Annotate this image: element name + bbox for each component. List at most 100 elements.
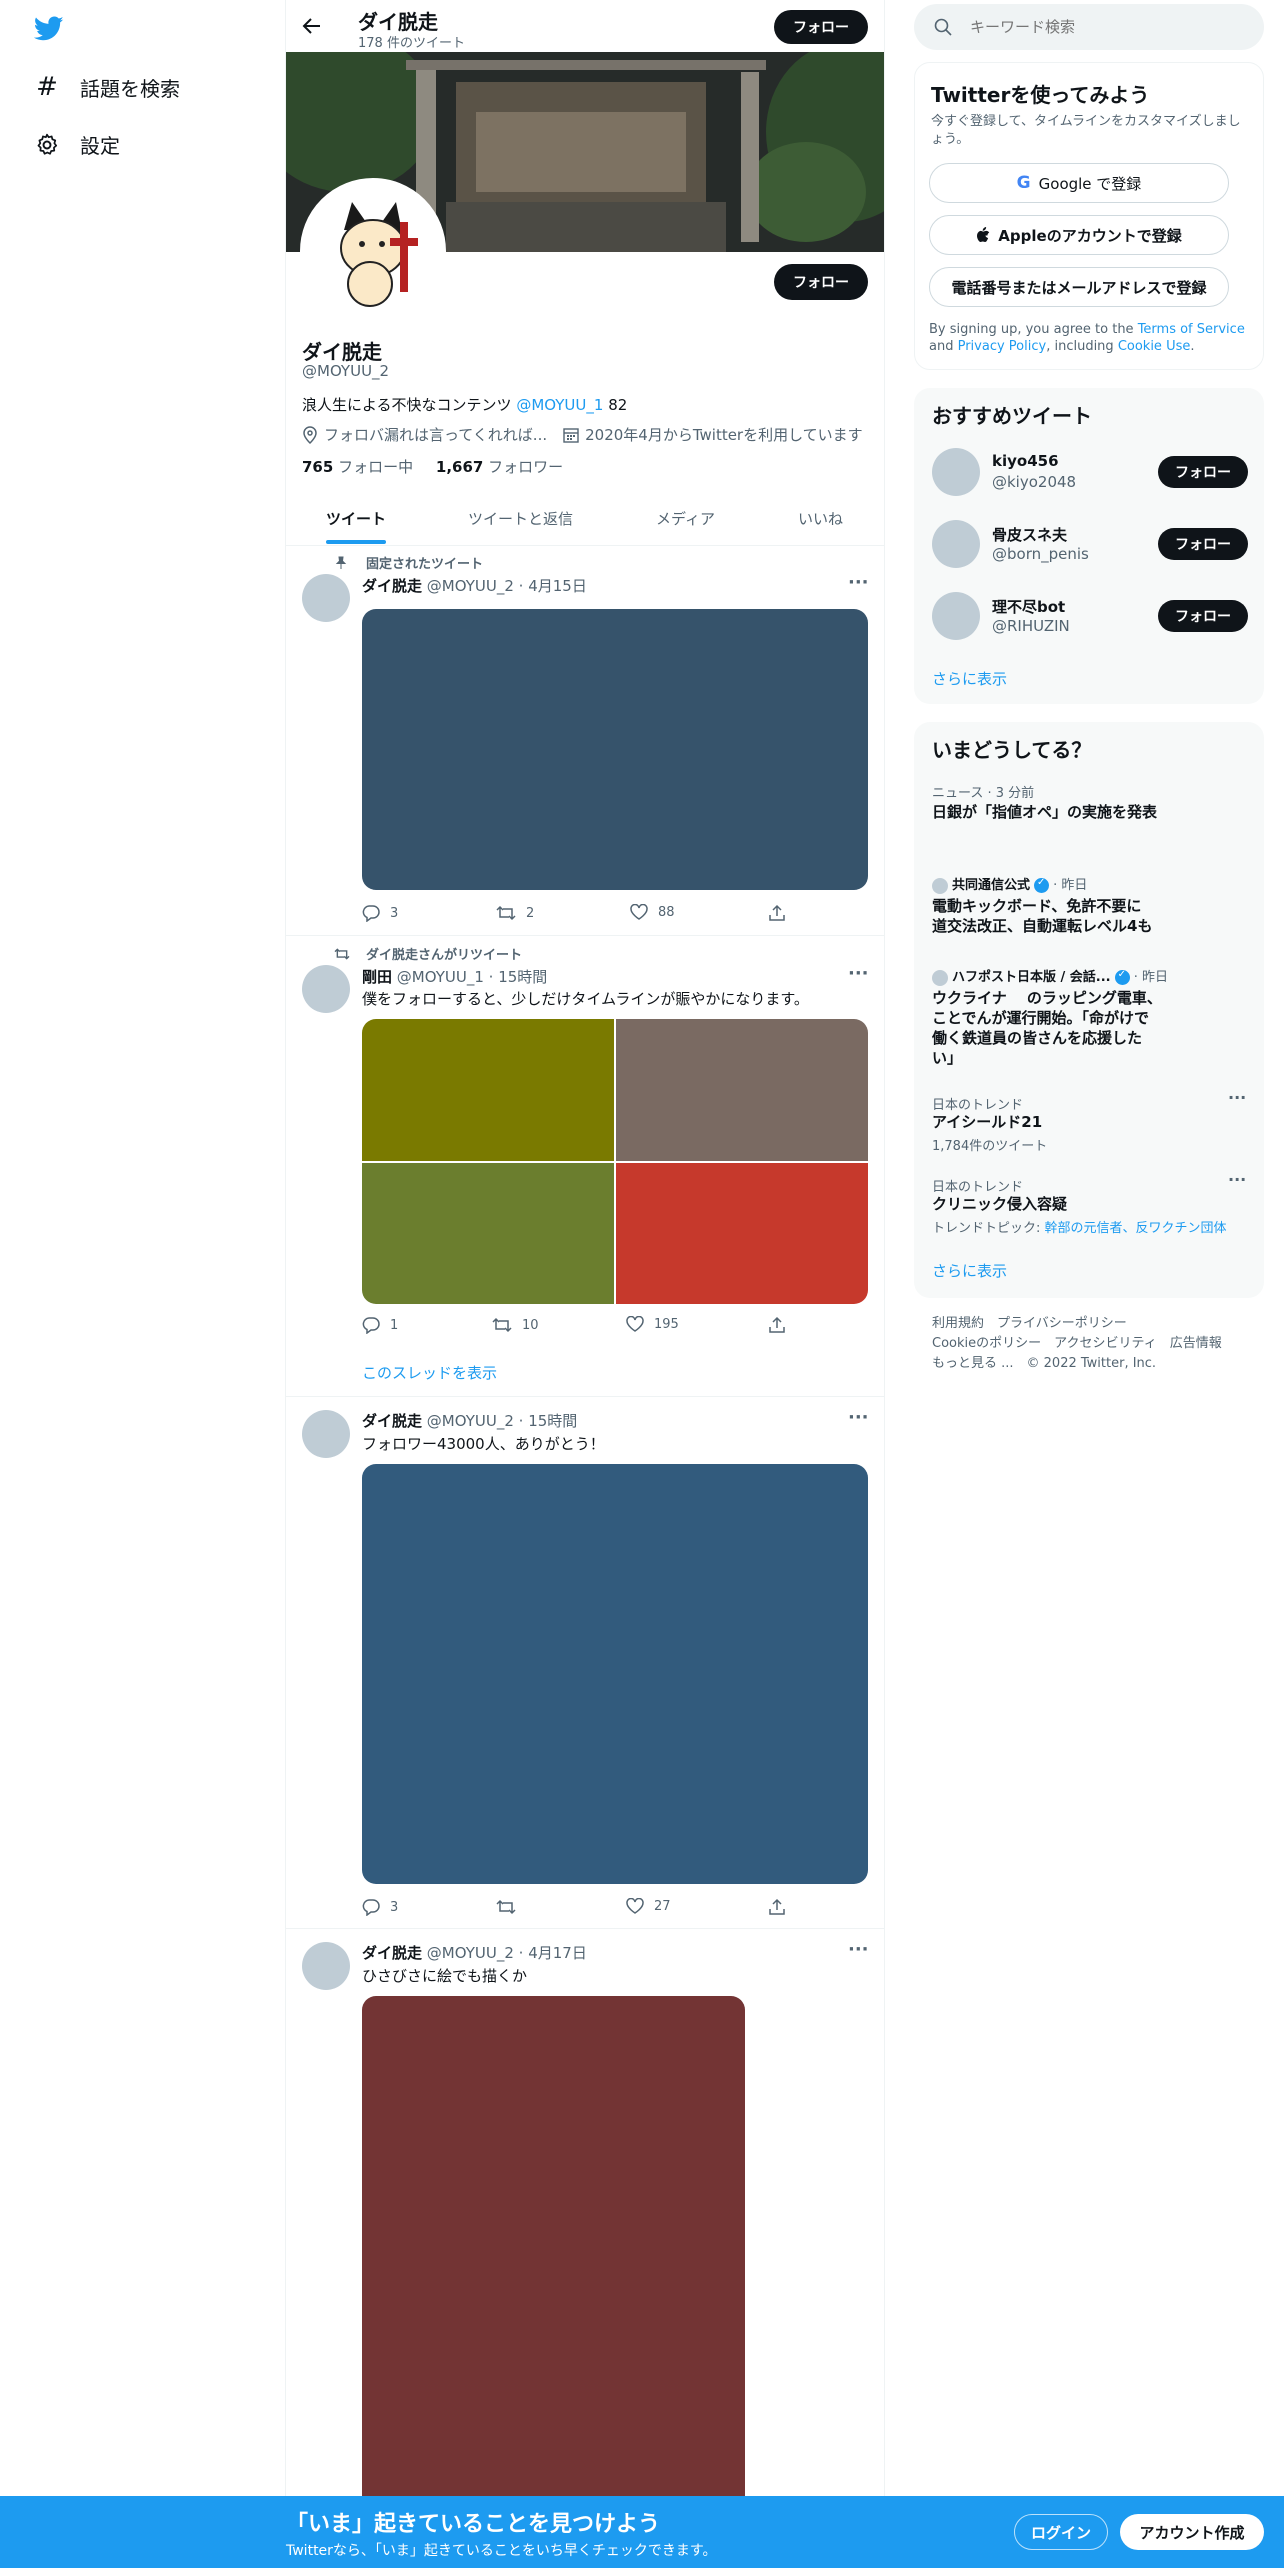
retweet-context-label[interactable]: ダイ脱走さんがリツイート (366, 944, 522, 963)
header-follow-button[interactable]: フォロー (774, 10, 868, 44)
source-avatar (932, 969, 948, 986)
cookie-use-link[interactable]: Cookie Use (1118, 339, 1191, 354)
tab-tweets-and-replies[interactable]: ツイートと返信 (468, 508, 573, 529)
profile-avatar[interactable] (300, 178, 446, 324)
more-options-icon[interactable]: ··· (848, 1939, 869, 1960)
google-signup-button[interactable]: G Google で登録 (929, 163, 1229, 203)
suggestion-avatar[interactable] (932, 592, 980, 640)
suggestion-avatar[interactable] (932, 448, 980, 496)
profile-follow-button[interactable]: フォロー (774, 264, 868, 300)
tweet-author-name[interactable]: ダイ脱走 (362, 1412, 422, 1430)
more-options-icon[interactable]: ··· (848, 963, 869, 984)
retweet-button[interactable]: 2 (496, 904, 534, 922)
trend-title[interactable]: アイシールド21 (932, 1112, 1042, 1132)
like-button[interactable]: 88 (630, 904, 675, 920)
trend-title-line[interactable]: ことでんが運行開始。「命がけで (932, 1008, 1149, 1028)
retweet-small-icon (334, 947, 350, 961)
profile-bio: 浪人生による不快なコンテンツ @MOYUU_1 82 (302, 394, 627, 415)
terms-of-service-link[interactable]: Terms of Service (1138, 322, 1245, 337)
search-box[interactable] (914, 4, 1264, 50)
back-arrow-icon[interactable] (300, 14, 324, 38)
reply-button[interactable]: 1 (362, 1316, 398, 1334)
trend-title-line[interactable]: い」 (932, 1048, 962, 1068)
suggestions-show-more[interactable]: さらに表示 (932, 668, 1007, 689)
tweet-media[interactable] (362, 609, 868, 890)
tweet-avatar[interactable] (302, 574, 350, 622)
login-button[interactable]: ログイン (1014, 2514, 1108, 2550)
suggestion-name[interactable]: 骨皮スネ夫 (992, 524, 1067, 545)
tweet-divider (286, 935, 884, 936)
tweet-meta: @MOYUU_1 · 15時間 (396, 968, 548, 986)
reply-button[interactable]: 3 (362, 1898, 398, 1916)
tab-media[interactable]: メディア (656, 508, 715, 529)
twitter-logo-icon[interactable] (34, 16, 64, 42)
tweet-author-name[interactable]: ダイ脱走 (362, 1944, 422, 1962)
trend-more-icon[interactable]: ··· (1228, 1170, 1246, 1189)
suggestion-name[interactable]: 理不尽bot (992, 596, 1065, 617)
share-button[interactable] (768, 904, 786, 922)
apple-signup-button[interactable]: Appleのアカウントで登録 (929, 215, 1229, 255)
search-input[interactable] (970, 18, 1230, 36)
suggestion-follow-button[interactable]: フォロー (1158, 456, 1248, 488)
share-button[interactable] (768, 1316, 786, 1334)
tweet-avatar[interactable] (302, 1410, 350, 1458)
more-options-icon[interactable]: ··· (848, 1407, 869, 1428)
followers-link[interactable]: 1,667 フォロワー (436, 458, 563, 476)
media-tile[interactable] (362, 1162, 614, 1304)
terms-text: , including (1046, 339, 1118, 354)
tweet-header: 剛田 @MOYUU_1 · 15時間 (362, 966, 547, 987)
tweet-avatar[interactable] (302, 965, 350, 1013)
create-account-button[interactable]: アカウント作成 (1120, 2514, 1264, 2550)
footer-links-row[interactable]: もっと見る ... © 2022 Twitter, Inc. (932, 1354, 1156, 1374)
tweet-avatar[interactable] (302, 1942, 350, 1990)
media-tile[interactable] (616, 1162, 868, 1304)
like-button[interactable]: 195 (626, 1316, 679, 1332)
share-button[interactable] (768, 1898, 786, 1916)
tab-likes[interactable]: いいね (798, 508, 843, 529)
footer-links-row[interactable]: Cookieのポリシー アクセシビリティ 広告情報 (932, 1334, 1222, 1354)
reply-count: 3 (390, 1899, 399, 1915)
suggestion-handle: @RIHUZIN (992, 617, 1070, 635)
bio-mention-link[interactable]: @MOYUU_1 (516, 396, 603, 414)
suggestion-name[interactable]: kiyo456 (992, 452, 1059, 470)
trend-source-name: 共同通信公式 (952, 878, 1031, 893)
trend-title-line[interactable]: 電動キックボード、免許不要に (932, 896, 1141, 916)
suggestion-handle: @kiyo2048 (992, 473, 1077, 491)
media-tile[interactable] (362, 1019, 614, 1161)
suggestion-follow-button[interactable]: フォロー (1158, 528, 1248, 560)
tab-tweets[interactable]: ツイート (326, 508, 386, 529)
nav-explore[interactable]: # 話題を検索 (34, 72, 180, 102)
trend-more-icon[interactable]: ··· (1228, 1088, 1246, 1107)
suggestion-follow-button[interactable]: フォロー (1158, 600, 1248, 632)
trend-title[interactable]: 日銀が「指値オペ」の実施を発表 (932, 802, 1157, 822)
trend-title-line[interactable]: 道交法改正、自動運転レベル4も (932, 916, 1152, 936)
tweet-author-name[interactable]: ダイ脱走 (362, 577, 422, 595)
trend-title[interactable]: クリニック侵入容疑 (932, 1194, 1067, 1214)
profile-name: ダイ脱走 (302, 340, 382, 364)
trend-time: · 昨日 (1049, 878, 1088, 893)
retweet-button[interactable]: 10 (492, 1316, 539, 1334)
heart-icon (626, 1898, 644, 1914)
following-count: 765 (302, 458, 334, 476)
privacy-policy-link[interactable]: Privacy Policy (958, 339, 1047, 354)
show-thread-link[interactable]: このスレッドを表示 (362, 1362, 497, 1383)
phone-signup-button[interactable]: 電話番号またはメールアドレスで登録 (929, 267, 1229, 307)
suggestion-avatar[interactable] (932, 520, 980, 568)
trend-topic-link[interactable]: 幹部の元信者、反ワクチン団体 (1045, 1221, 1227, 1236)
retweet-icon (496, 904, 516, 922)
tweet-media[interactable] (362, 1464, 868, 1884)
reply-button[interactable]: 3 (362, 904, 398, 922)
trend-title-line[interactable]: 働く鉄道員の皆さんを応援した (932, 1028, 1142, 1048)
more-options-icon[interactable]: ··· (848, 572, 869, 593)
trend-title-line[interactable]: ウクライナ のラッピング電車、 (932, 988, 1162, 1008)
tweet-media[interactable] (362, 1996, 745, 2516)
tweet-author-name[interactable]: 剛田 (362, 968, 392, 986)
trends-show-more[interactable]: さらに表示 (932, 1260, 1007, 1281)
retweet-button[interactable] (496, 1898, 526, 1916)
footer-links-row[interactable]: 利用規約 プライバシーポリシー (932, 1314, 1127, 1334)
media-tile[interactable] (616, 1019, 868, 1161)
bottom-bar-subtext: Twitterなら、「いま」起きていることをいち早くチェックできます。 (286, 2543, 717, 2559)
like-button[interactable]: 27 (626, 1898, 671, 1914)
nav-settings[interactable]: 設定 (34, 130, 120, 159)
following-link[interactable]: 765 フォロー中 (302, 458, 413, 476)
